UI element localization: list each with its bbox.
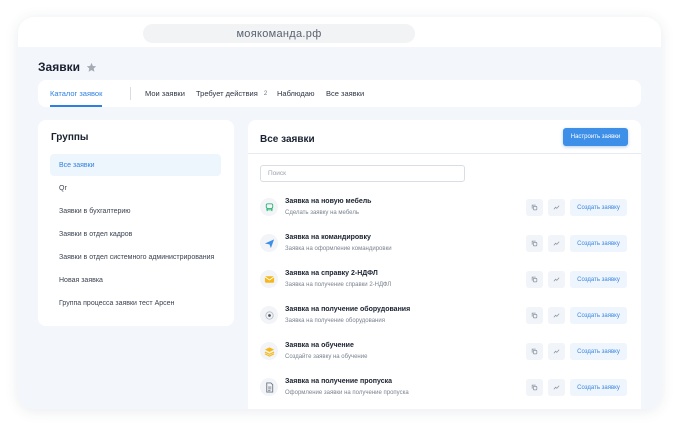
divider (248, 153, 641, 154)
request-subtitle: Заявка на получение оборудования (285, 318, 385, 324)
stats-button[interactable] (548, 235, 565, 252)
tab-label: Каталог заявок (50, 89, 103, 98)
copy-icon (531, 240, 538, 247)
chart-icon (553, 385, 560, 390)
tab-all-requests[interactable]: Все заявки (326, 80, 364, 107)
tabs-bar: Каталог заявок Мои заявки Требует действ… (38, 80, 641, 107)
copy-button[interactable] (526, 235, 543, 252)
chart-icon (553, 205, 560, 210)
plane-icon (260, 234, 278, 252)
tab-action-required[interactable]: Требует действия 2 (196, 80, 267, 107)
request-title[interactable]: Заявка на командировку (285, 234, 371, 241)
copy-button[interactable] (526, 307, 543, 324)
request-row-training: Заявка на обучение Создайте заявку на об… (260, 339, 630, 367)
stats-button[interactable] (548, 343, 565, 360)
groups-panel: Группы Все заявки Qr Заявки в бухгалтери… (38, 120, 234, 326)
request-row-business-trip: Заявка на командировку Заявка на оформле… (260, 231, 630, 259)
copy-button[interactable] (526, 379, 543, 396)
browser-toolbar: моякоманда.рф (18, 17, 661, 47)
copy-icon (531, 348, 538, 355)
tab-divider (130, 87, 131, 100)
page-title: Заявки (38, 60, 80, 74)
request-row-certificate: Заявка на справку 2-НДФЛ Заявка на получ… (260, 267, 630, 295)
chart-icon (553, 313, 560, 318)
request-subtitle: Оформление заявки на получение пропуска (285, 390, 409, 396)
group-item-new[interactable]: Новая заявка (50, 269, 221, 291)
group-item-qr[interactable]: Qr (50, 177, 221, 199)
group-item-accounting[interactable]: Заявки в бухгалтерию (50, 200, 221, 222)
create-request-button[interactable]: Создать заявку (570, 271, 627, 288)
envelope-icon (260, 270, 278, 288)
group-item-hr[interactable]: Заявки в отдел кадров (50, 223, 221, 245)
address-bar[interactable]: моякоманда.рф (143, 24, 415, 43)
copy-button[interactable] (526, 199, 543, 216)
chair-icon (260, 198, 278, 216)
copy-icon (531, 384, 538, 391)
request-title[interactable]: Заявка на новую мебель (285, 198, 371, 205)
tab-label: Наблюдаю (277, 89, 315, 98)
request-row-furniture: Заявка на новую мебель Сделать заявку на… (260, 195, 630, 223)
request-title[interactable]: Заявка на обучение (285, 342, 354, 349)
tab-label: Все заявки (326, 89, 365, 98)
copy-icon (531, 312, 538, 319)
tab-label: Требует действия (196, 89, 258, 98)
request-subtitle: Сделать заявку на мебель (285, 210, 359, 216)
group-item-sysadmin[interactable]: Заявки в отдел системного администрирова… (50, 246, 221, 268)
tab-watching[interactable]: Наблюдаю (277, 80, 315, 107)
group-item-all[interactable]: Все заявки (50, 154, 221, 176)
request-title[interactable]: Заявка на получение пропуска (285, 378, 392, 385)
search-input[interactable] (260, 165, 465, 182)
tab-label: Мои заявки (145, 89, 185, 98)
create-request-button[interactable]: Создать заявку (570, 379, 627, 396)
chart-icon (553, 241, 560, 246)
count-badge: 2 (263, 90, 268, 97)
copy-button[interactable] (526, 271, 543, 288)
group-item-test[interactable]: Группа процесса заявки тест Арсен (50, 292, 221, 314)
request-subtitle: Создайте заявку на обучение (285, 354, 368, 360)
tab-my-requests[interactable]: Мои заявки (145, 80, 185, 107)
request-row-equipment: Заявка на получение оборудования Заявка … (260, 303, 630, 331)
request-subtitle: Заявка на оформление командировки (285, 246, 392, 252)
create-request-button[interactable]: Создать заявку (570, 235, 627, 252)
create-request-button[interactable]: Создать заявку (570, 199, 627, 216)
copy-icon (531, 276, 538, 283)
request-title[interactable]: Заявка на получение оборудования (285, 306, 410, 313)
tab-catalog[interactable]: Каталог заявок (50, 80, 103, 107)
stats-button[interactable] (548, 379, 565, 396)
request-subtitle: Заявка на получение справки 2-НДФЛ (285, 282, 392, 288)
create-request-button[interactable]: Создать заявку (570, 307, 627, 324)
chart-icon (553, 349, 560, 354)
stats-button[interactable] (548, 271, 565, 288)
star-icon[interactable] (86, 62, 97, 73)
copy-button[interactable] (526, 343, 543, 360)
stats-button[interactable] (548, 199, 565, 216)
chart-icon (553, 277, 560, 282)
request-row-pass: Заявка на получение пропуска Оформление … (260, 375, 630, 403)
create-request-button[interactable]: Создать заявку (570, 343, 627, 360)
requests-title: Все заявки (260, 134, 315, 145)
document-icon (260, 378, 278, 396)
equipment-icon (260, 306, 278, 324)
layers-icon (260, 342, 278, 360)
copy-icon (531, 204, 538, 211)
requests-panel: Все заявки Настроить заявки Заявка на но… (248, 120, 641, 409)
browser-window: моякоманда.рф Заявки Каталог заявок Мои … (18, 17, 661, 409)
request-title[interactable]: Заявка на справку 2-НДФЛ (285, 270, 378, 277)
groups-title: Группы (51, 132, 89, 143)
stats-button[interactable] (548, 307, 565, 324)
configure-requests-button[interactable]: Настроить заявки (563, 128, 628, 146)
page-header: Заявки (38, 60, 97, 74)
